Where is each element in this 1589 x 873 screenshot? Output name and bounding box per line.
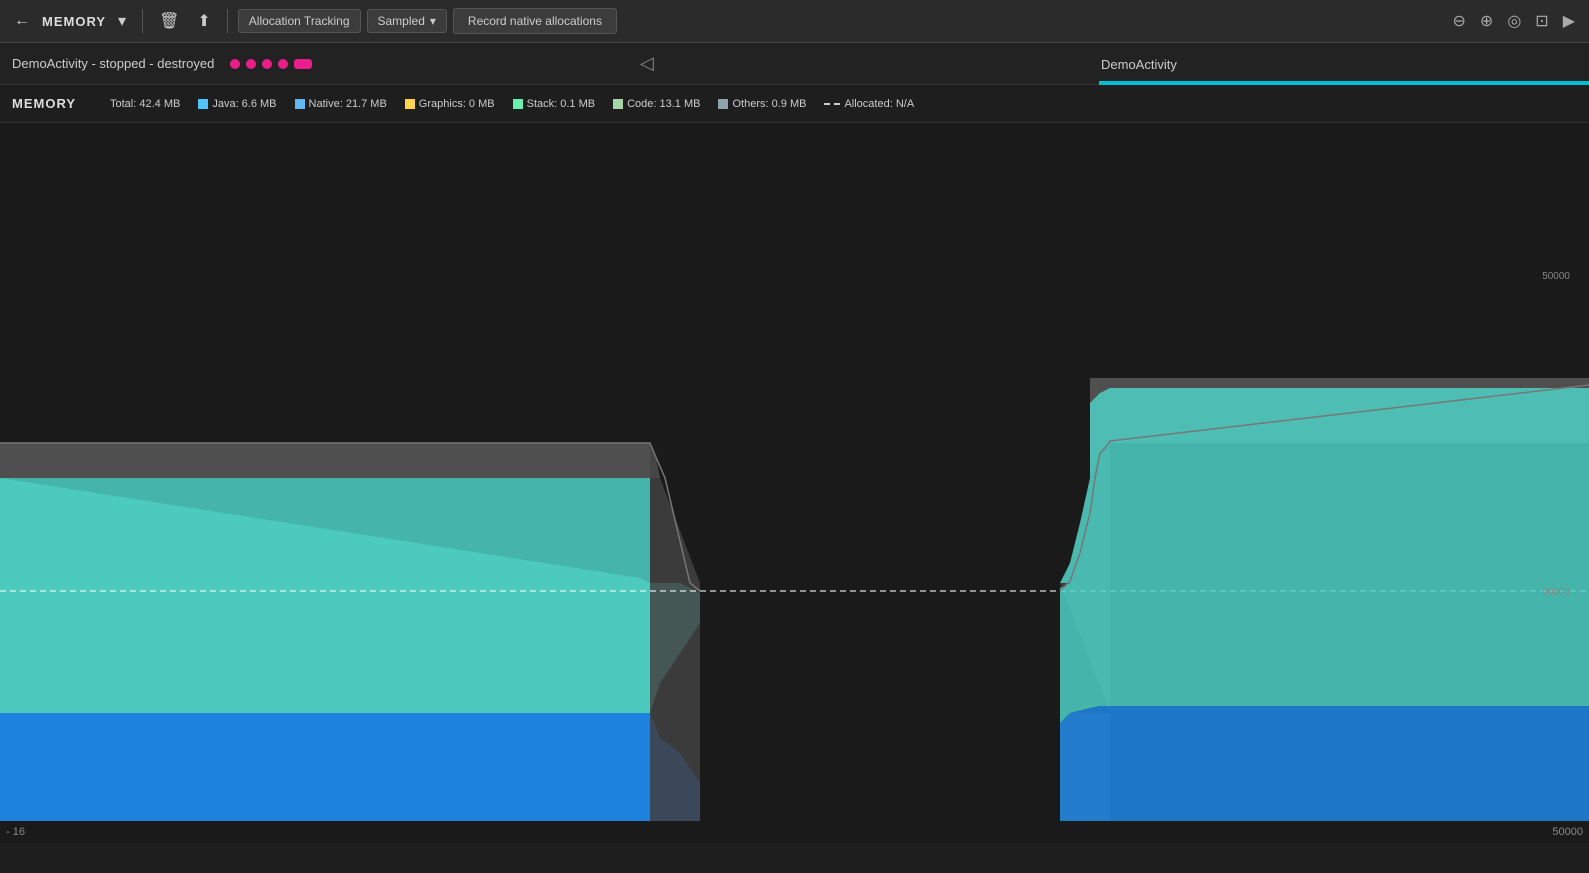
dot-1: [230, 59, 240, 69]
blue-left-2: [0, 713, 650, 821]
device-name: DemoActivity - stopped - destroyed: [12, 56, 214, 71]
java-color: [198, 99, 208, 109]
sampled-arrow: ▾: [430, 14, 436, 28]
teal-progress-bar: [1099, 81, 1589, 85]
import-button[interactable]: ⬆: [191, 7, 216, 35]
memory-title: MEMORY: [42, 14, 106, 29]
dot-3: [262, 59, 272, 69]
chart-container[interactable]: 50000 00000 - 16 50000: [0, 123, 1589, 843]
allocated-label: Allocated: N/A: [844, 98, 914, 110]
others-color: [718, 99, 728, 109]
stack-label: Stack: 0.1 MB: [527, 98, 595, 110]
record-native-button[interactable]: Record native allocations: [453, 8, 617, 34]
legend-graphics: Graphics: 0 MB: [405, 98, 495, 110]
legend-total: Total: 42.4 MB: [110, 98, 180, 110]
gray-cap-left: [0, 443, 660, 478]
teal-right: [1060, 583, 1589, 723]
record-native-label: Record native allocations: [468, 14, 602, 28]
allocated-dash: [824, 103, 840, 105]
demo-activity-label: DemoActivity: [1101, 57, 1177, 72]
code-label: Code: 13.1 MB: [627, 98, 700, 110]
memory-header: MEMORY Total: 42.4 MB Java: 6.6 MB Nativ…: [0, 85, 1589, 123]
toolbar-right-icons: ⊖ ⊕ ◎ ⊡ ▶: [1447, 7, 1582, 35]
dip-dark-middle: [700, 583, 1060, 821]
right-label-50000: 50000: [1542, 271, 1570, 282]
memory-section-label: MEMORY: [12, 96, 92, 111]
memory-chart-svg: 50000 00000: [0, 123, 1589, 821]
dot-2: [246, 59, 256, 69]
device-dots: [230, 59, 312, 69]
legend-total-label: Total: 42.4 MB: [110, 98, 180, 110]
timeline-play-icon: ◁: [640, 53, 654, 74]
dot-rect: [294, 59, 312, 69]
legend-native: Native: 21.7 MB: [295, 98, 387, 110]
legend-java: Java: 6.6 MB: [198, 98, 276, 110]
java-label: Java: 6.6 MB: [212, 98, 276, 110]
native-color: [295, 99, 305, 109]
toolbar: ← MEMORY ▾ 🗑 ⬆ Allocation Tracking Sampl…: [0, 0, 1589, 43]
sampled-label: Sampled: [378, 14, 425, 28]
teal-upper-right: [1060, 388, 1589, 583]
dropdown-arrow-btn[interactable]: ▾: [112, 7, 132, 35]
bottom-label-left: - 16: [6, 826, 25, 838]
zoom-in-button[interactable]: ⊕: [1474, 7, 1499, 35]
legend-others: Others: 0.9 MB: [718, 98, 806, 110]
dot-4: [278, 59, 288, 69]
zoom-frame-button[interactable]: ⊡: [1529, 7, 1554, 35]
teal-left-2: [0, 478, 650, 713]
chart-wrapper: 48 MB: [0, 123, 1589, 843]
delete-button[interactable]: 🗑: [153, 7, 185, 35]
separator-1: [142, 9, 143, 33]
demo-activity-right: DemoActivity: [1089, 43, 1589, 85]
right-label-00000: 00000: [1542, 587, 1570, 598]
allocation-tracking-button[interactable]: Allocation Tracking: [238, 9, 361, 33]
play-button[interactable]: ▶: [1557, 7, 1581, 35]
stack-color: [513, 99, 523, 109]
allocation-tracking-label: Allocation Tracking: [249, 14, 350, 28]
bottom-label-right: 50000: [1552, 826, 1583, 838]
zoom-out-button[interactable]: ⊖: [1447, 7, 1472, 35]
bottom-labels: - 16 50000: [0, 821, 1589, 843]
legend-code: Code: 13.1 MB: [613, 98, 700, 110]
separator-2: [227, 9, 228, 33]
device-bar: DemoActivity - stopped - destroyed ◁ Dem…: [0, 43, 1589, 85]
graphics-color: [405, 99, 415, 109]
blue-right: [1060, 706, 1589, 821]
code-color: [613, 99, 623, 109]
graphics-label: Graphics: 0 MB: [419, 98, 495, 110]
back-button[interactable]: ←: [8, 8, 36, 34]
legend-stack: Stack: 0.1 MB: [513, 98, 595, 110]
zoom-reset-button[interactable]: ◎: [1501, 7, 1527, 35]
native-label: Native: 21.7 MB: [309, 98, 387, 110]
sampled-dropdown[interactable]: Sampled ▾: [367, 9, 447, 33]
legend-allocated: Allocated: N/A: [824, 98, 914, 110]
others-label: Others: 0.9 MB: [732, 98, 806, 110]
